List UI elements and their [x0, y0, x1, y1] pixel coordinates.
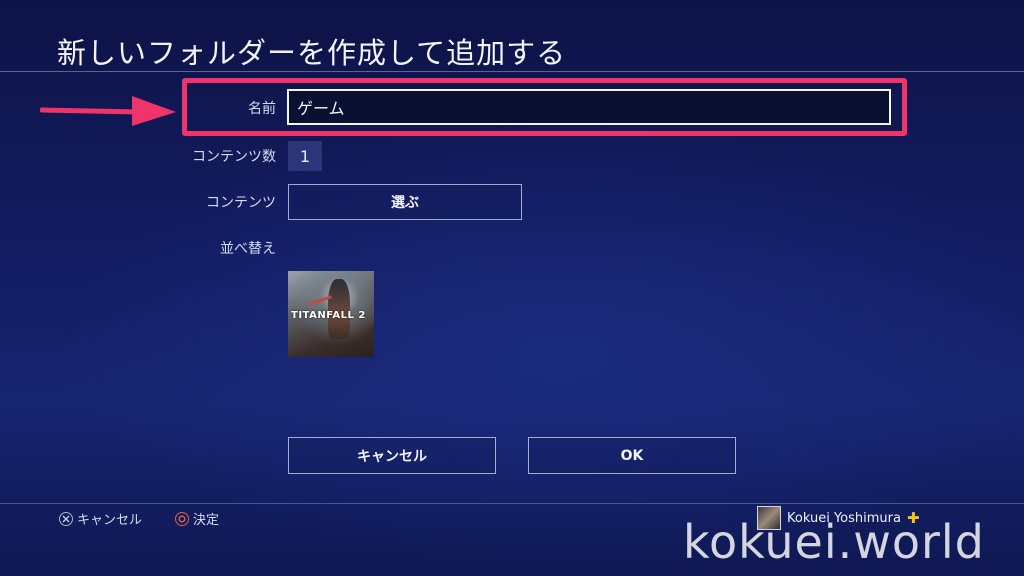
- hint-decide-label: 決定: [193, 513, 220, 528]
- select-contents-button[interactable]: 選ぶ: [288, 184, 522, 220]
- circle-button-icon: [175, 511, 189, 526]
- annotation-arrow-icon: [40, 96, 176, 126]
- folder-name-input[interactable]: [287, 89, 891, 125]
- name-label: 名前: [248, 101, 276, 117]
- game-art-figure: [328, 279, 350, 339]
- ok-button[interactable]: OK: [528, 437, 736, 474]
- watermark: kokuei.world: [683, 515, 985, 569]
- hint-cancel-label: キャンセル: [77, 513, 143, 528]
- page-title: 新しいフォルダーを作成して追加する: [57, 36, 567, 70]
- sort-label: 並べ替え: [220, 241, 276, 257]
- cancel-button[interactable]: キャンセル: [288, 437, 496, 474]
- header-divider: [0, 71, 1024, 72]
- cross-button-icon: [59, 511, 73, 526]
- footer-divider: [0, 503, 1024, 504]
- contents-label: コンテンツ: [206, 195, 276, 211]
- content-count-value: 1: [288, 141, 322, 171]
- content-count-label: コンテンツ数: [192, 149, 276, 165]
- game-title: TITANFALL 2: [291, 310, 366, 321]
- game-tile[interactable]: TITANFALL 2: [288, 271, 374, 357]
- hint-decide: 決定: [175, 509, 219, 528]
- hint-cancel: キャンセル: [59, 509, 142, 528]
